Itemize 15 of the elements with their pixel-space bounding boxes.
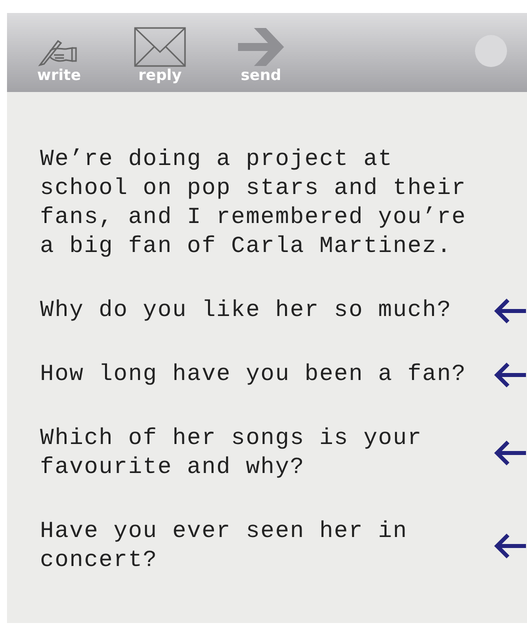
reply-button[interactable]: reply: [128, 21, 192, 92]
arrow-left-icon: [494, 440, 526, 466]
question-text: How long have you been a fan?: [40, 360, 468, 389]
arrow-left-icon: [494, 533, 526, 559]
message-text: We’re doing a project at school on pop stars and their fans, and I remembered you’re a big fan of Carla Martinez.: [40, 145, 468, 261]
arrow-left-icon: [494, 362, 526, 388]
question-text: Have you ever seen her in concert?: [40, 517, 409, 575]
send-button[interactable]: send: [229, 21, 293, 92]
status-dot: [475, 35, 507, 67]
arrow-right-icon: [238, 27, 284, 67]
arrow-left-icon: [494, 298, 526, 324]
envelope-icon: [134, 27, 186, 67]
question-text: Which of her songs is your favourite and why?: [40, 424, 424, 482]
write-button[interactable]: write: [27, 21, 91, 92]
question-text: Why do you like her so much?: [40, 296, 453, 325]
